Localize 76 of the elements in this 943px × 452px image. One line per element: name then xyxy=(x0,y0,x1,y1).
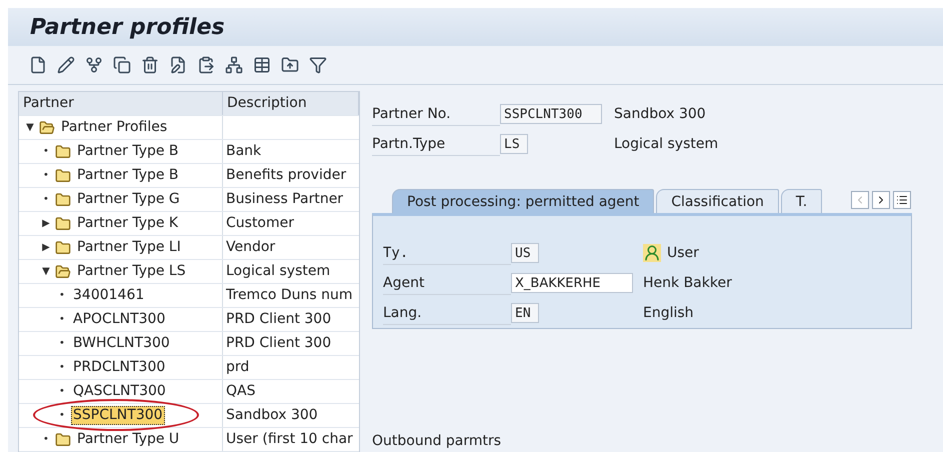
column-header[interactable]: Partner xyxy=(19,92,223,115)
tree-description: Customer xyxy=(225,214,296,233)
tree-marker[interactable]: • xyxy=(41,170,51,181)
tree-item[interactable]: Partner Type B xyxy=(75,142,181,161)
folder-icon[interactable] xyxy=(280,55,300,75)
tree-marker[interactable]: • xyxy=(57,410,67,421)
delete-icon[interactable] xyxy=(140,55,160,75)
tree-description: PRD Client 300 xyxy=(225,334,332,353)
table-icon[interactable] xyxy=(252,55,272,75)
tree-description: Sandbox 300 xyxy=(225,406,319,425)
tree-description: prd xyxy=(225,358,250,377)
tree-description: QAS xyxy=(225,382,256,401)
tab[interactable]: T. xyxy=(780,189,822,213)
tree-item[interactable]: QASCLNT300 xyxy=(71,382,168,401)
page-title: Partner profiles xyxy=(30,14,225,40)
code-field[interactable]: SSPCLNT300 xyxy=(500,104,602,124)
tree-marker[interactable]: • xyxy=(57,386,67,397)
tree-item[interactable]: Partner Type U xyxy=(75,430,182,449)
field-description: User xyxy=(667,245,699,261)
tree-marker[interactable]: • xyxy=(41,146,51,157)
field-description: English xyxy=(643,305,694,321)
input-field[interactable]: X_BAKKERHE xyxy=(511,273,633,293)
tree-icon[interactable] xyxy=(224,55,244,75)
tree-description: Bank xyxy=(225,142,262,161)
tree-item[interactable]: Partner Type B xyxy=(75,166,181,185)
filter-icon[interactable] xyxy=(308,55,328,75)
folder-icon xyxy=(55,216,71,232)
folder-icon xyxy=(55,264,71,280)
folder-icon xyxy=(55,432,71,448)
tree-item[interactable]: SSPCLNT300 xyxy=(71,406,165,425)
folder-icon xyxy=(55,240,71,256)
tree-marker[interactable]: • xyxy=(41,434,51,445)
tree-item[interactable]: Partner Type G xyxy=(75,190,182,209)
column-header[interactable]: Description xyxy=(223,92,359,115)
folder-icon xyxy=(55,144,71,160)
tree-item[interactable]: Partner Type K xyxy=(75,214,180,233)
tree-description: Benefits provider xyxy=(225,166,348,185)
tree-description: Logical system xyxy=(225,262,332,281)
field-description: Sandbox 300 xyxy=(614,106,706,122)
folder-icon xyxy=(55,168,71,184)
tab[interactable]: Post processing: permitted agent xyxy=(392,189,654,213)
section-label: Outbound parmtrs xyxy=(372,432,502,451)
tree-item[interactable]: APOCLNT300 xyxy=(71,310,168,329)
tree-description: Tremco Duns num xyxy=(225,286,354,305)
tab-list-button[interactable] xyxy=(893,191,912,209)
pencil-icon[interactable] xyxy=(56,55,76,75)
copy-icon[interactable] xyxy=(112,55,132,75)
code-field[interactable]: US xyxy=(511,243,539,263)
tree-marker[interactable]: • xyxy=(57,338,67,349)
tree-item[interactable]: Partner Type LI xyxy=(75,238,183,257)
hierarchy-icon[interactable] xyxy=(84,55,104,75)
folder-icon xyxy=(39,120,55,136)
tab[interactable]: Classification xyxy=(656,189,779,213)
field-description: Logical system xyxy=(614,136,718,152)
code-field[interactable]: EN xyxy=(511,303,539,323)
tree-marker[interactable]: ▼ xyxy=(41,266,51,277)
tree-marker[interactable]: ▶ xyxy=(41,242,51,253)
tree-marker[interactable]: • xyxy=(57,362,67,373)
tree-item[interactable]: Partner Profiles xyxy=(59,118,170,137)
field-description: Henk Bakker xyxy=(643,275,732,291)
tree-item[interactable]: Partner Type LS xyxy=(75,262,188,281)
tree-item[interactable]: PRDCLNT300 xyxy=(71,358,168,377)
tree-item[interactable]: 34001461 xyxy=(71,286,146,305)
tree-description: PRD Client 300 xyxy=(225,310,332,329)
tree-description: Business Partner xyxy=(225,190,344,209)
tree-item[interactable]: BWHCLNT300 xyxy=(71,334,172,353)
tree-marker[interactable]: ▼ xyxy=(25,122,35,133)
tree-description: User (first 10 char xyxy=(225,430,354,449)
scroll-right-button[interactable] xyxy=(872,191,890,209)
tree-marker[interactable]: • xyxy=(57,314,67,325)
tree-marker[interactable]: • xyxy=(57,290,67,301)
folder-icon xyxy=(55,192,71,208)
tree-marker[interactable]: ▶ xyxy=(41,218,51,229)
code-field[interactable]: LS xyxy=(500,134,528,154)
tree-description: Vendor xyxy=(225,238,276,257)
tree-marker[interactable]: • xyxy=(41,194,51,205)
